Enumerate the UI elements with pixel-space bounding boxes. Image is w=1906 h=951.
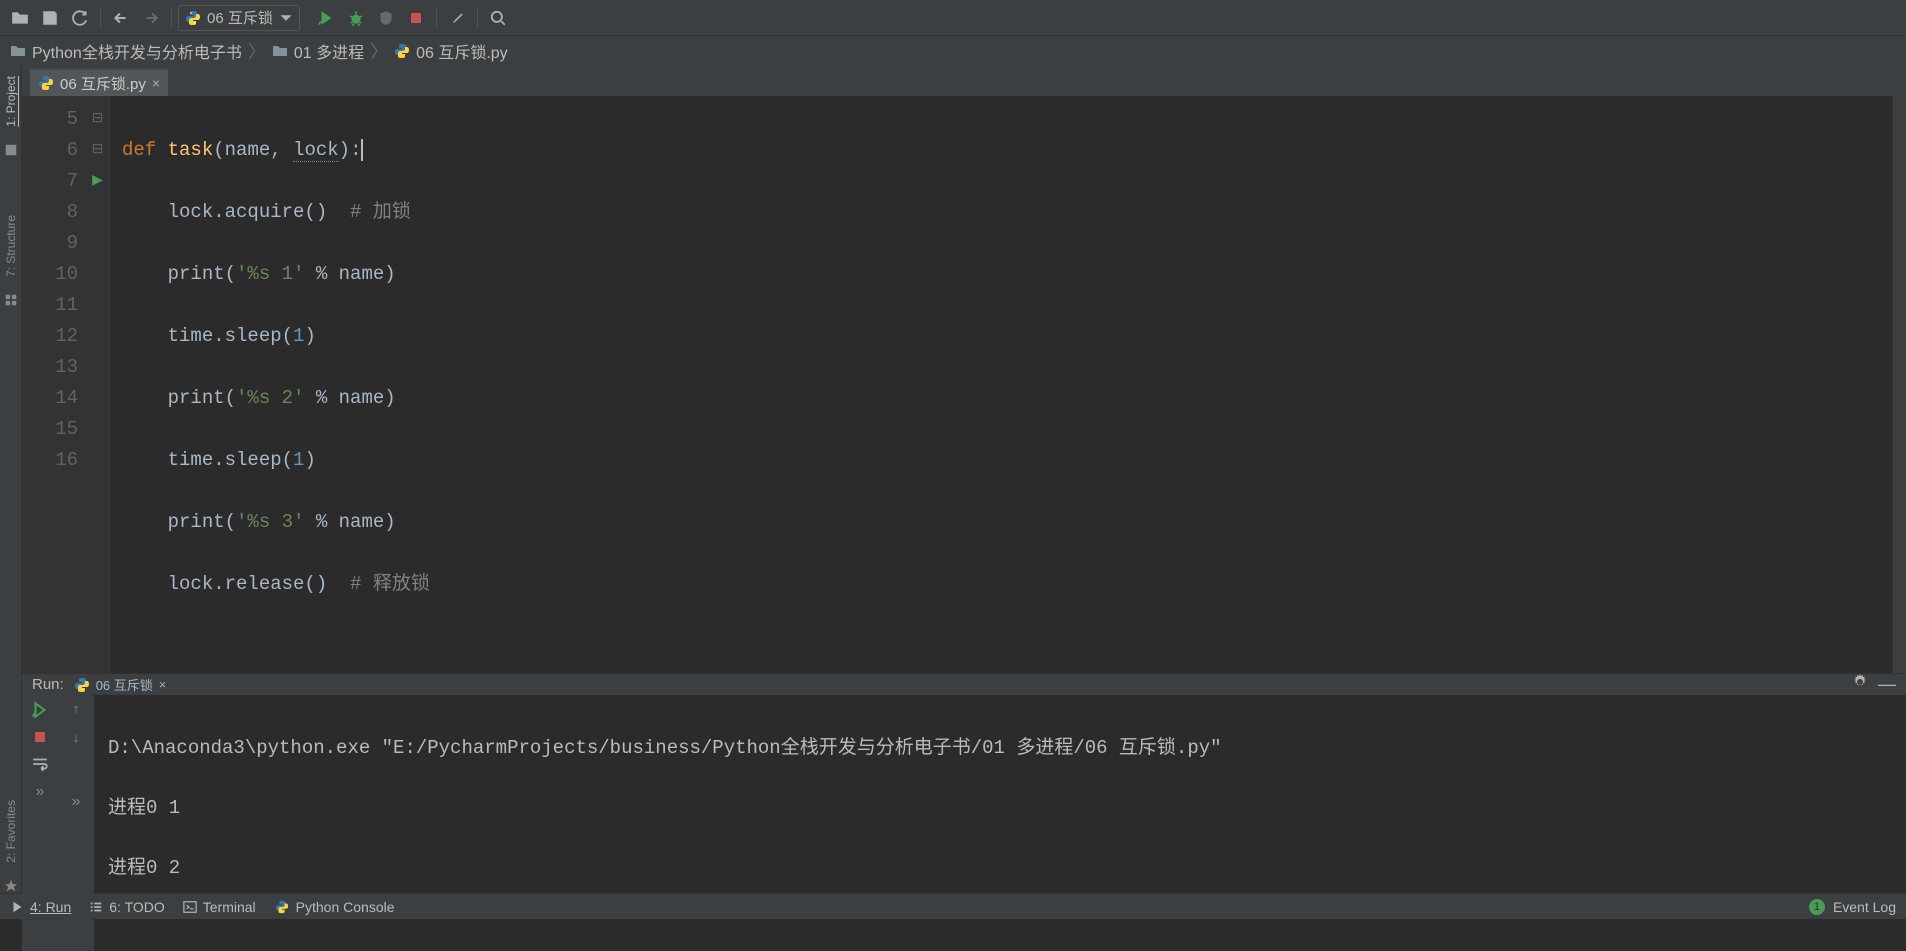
run-panel-header: Run: 06 互斥锁 × —: [22, 674, 1906, 695]
settings-button[interactable]: [443, 4, 471, 32]
run-coverage-button[interactable]: [372, 4, 400, 32]
status-run-tab[interactable]: 4: Run: [10, 899, 71, 915]
console-line: D:\Anaconda3\python.exe "E:/PycharmProje…: [108, 733, 1892, 763]
soft-wrap-button[interactable]: [31, 755, 49, 773]
more-button[interactable]: »: [72, 793, 81, 811]
main-toolbar: 06 互斥锁: [0, 0, 1906, 36]
more-button[interactable]: »: [36, 783, 45, 801]
folder-icon: [10, 43, 26, 59]
sync-button[interactable]: [66, 4, 94, 32]
forward-button[interactable]: [137, 4, 165, 32]
status-python-console-tab[interactable]: Python Console: [274, 899, 395, 915]
breadcrumb-label: 01 多进程: [294, 39, 364, 63]
status-event-log[interactable]: Event Log: [1833, 899, 1896, 915]
search-button[interactable]: [484, 4, 512, 32]
gear-icon[interactable]: [1852, 674, 1868, 695]
favorites-tool-tab[interactable]: 2: Favorites: [4, 796, 18, 867]
main-area: 1: Project 7: Structure 2: Favorites 06 …: [0, 66, 1906, 893]
breadcrumb-item[interactable]: Python全栈开发与分析电子书: [10, 39, 242, 63]
editor-tab-label: 06 互斥锁.py: [60, 73, 146, 94]
project-icon: [4, 143, 18, 157]
breadcrumb-item[interactable]: 01 多进程: [272, 39, 364, 63]
python-icon: [38, 75, 54, 91]
stop-button[interactable]: [402, 4, 430, 32]
rerun-button[interactable]: [31, 701, 49, 719]
down-arrow-icon[interactable]: ↓: [73, 730, 80, 745]
minimize-icon[interactable]: —: [1878, 674, 1896, 695]
close-icon[interactable]: ×: [152, 75, 160, 91]
fold-open-icon[interactable]: ⊟: [86, 104, 109, 135]
console-line: 进程0 2: [108, 853, 1892, 883]
toolbar-separator: [171, 8, 172, 28]
python-icon: [185, 10, 201, 26]
run-config-selector[interactable]: 06 互斥锁: [178, 5, 300, 31]
run-tab-label: 06 互斥锁: [96, 675, 153, 694]
console-line: 进程0 1: [108, 793, 1892, 823]
breadcrumb-label: Python全栈开发与分析电子书: [32, 39, 242, 63]
structure-icon: [4, 293, 18, 307]
line-number-gutter: 5 6 7 8 9 10 11 12 13 14 15 16: [22, 96, 86, 673]
run-panel-tab[interactable]: 06 互斥锁 ×: [74, 675, 167, 694]
save-button[interactable]: [36, 4, 64, 32]
event-badge[interactable]: 1: [1809, 899, 1825, 915]
up-arrow-icon[interactable]: ↑: [73, 701, 80, 716]
chevron-right-icon: 〉: [370, 38, 388, 64]
left-tool-strip: 1: Project 7: Structure 2: Favorites: [0, 66, 22, 893]
back-button[interactable]: [107, 4, 135, 32]
chevron-down-icon: [279, 11, 293, 25]
stop-button[interactable]: [32, 729, 48, 745]
python-icon: [394, 43, 410, 59]
python-icon: [274, 899, 290, 915]
breadcrumb-label: 06 互斥锁.py: [416, 39, 508, 63]
error-stripe[interactable]: [1892, 96, 1906, 673]
close-icon[interactable]: ×: [159, 677, 167, 692]
fold-gutter: ⊟ ⊟ ▶: [86, 96, 110, 673]
fold-close-icon[interactable]: ⊟: [86, 135, 109, 166]
folder-icon: [272, 43, 288, 59]
run-tool-window: Run: 06 互斥锁 × —: [22, 673, 1906, 893]
project-tool-tab[interactable]: 1: Project: [4, 72, 18, 131]
run-button[interactable]: [312, 4, 340, 32]
editor-tab-bar: 06 互斥锁.py ×: [22, 66, 1906, 96]
status-todo-tab[interactable]: 6: TODO: [89, 899, 165, 915]
run-gutter-icon[interactable]: ▶: [86, 166, 109, 197]
run-config-label: 06 互斥锁: [207, 7, 273, 28]
breadcrumb-item[interactable]: 06 互斥锁.py: [394, 39, 508, 63]
editor-tab[interactable]: 06 互斥锁.py ×: [30, 68, 168, 96]
chevron-right-icon: 〉: [248, 38, 266, 64]
code-area[interactable]: def task(name, lock): lock.acquire() # 加…: [110, 96, 1892, 673]
toolbar-separator: [436, 8, 437, 28]
debug-button[interactable]: [342, 4, 370, 32]
python-icon: [74, 677, 90, 693]
toolbar-separator: [100, 8, 101, 28]
code-editor[interactable]: 5 6 7 8 9 10 11 12 13 14 15 16 ⊟ ⊟: [22, 96, 1906, 673]
toolbar-separator: [477, 8, 478, 28]
star-icon: [4, 879, 18, 893]
editor-column: 06 互斥锁.py × 5 6 7 8 9 10 11 12 13 14 15: [22, 66, 1906, 893]
run-panel-title: Run:: [32, 676, 64, 693]
open-button[interactable]: [6, 4, 34, 32]
structure-tool-tab[interactable]: 7: Structure: [4, 211, 18, 281]
status-terminal-tab[interactable]: Terminal: [183, 899, 256, 915]
breadcrumb: Python全栈开发与分析电子书 〉 01 多进程 〉 06 互斥锁.py: [0, 36, 1906, 66]
